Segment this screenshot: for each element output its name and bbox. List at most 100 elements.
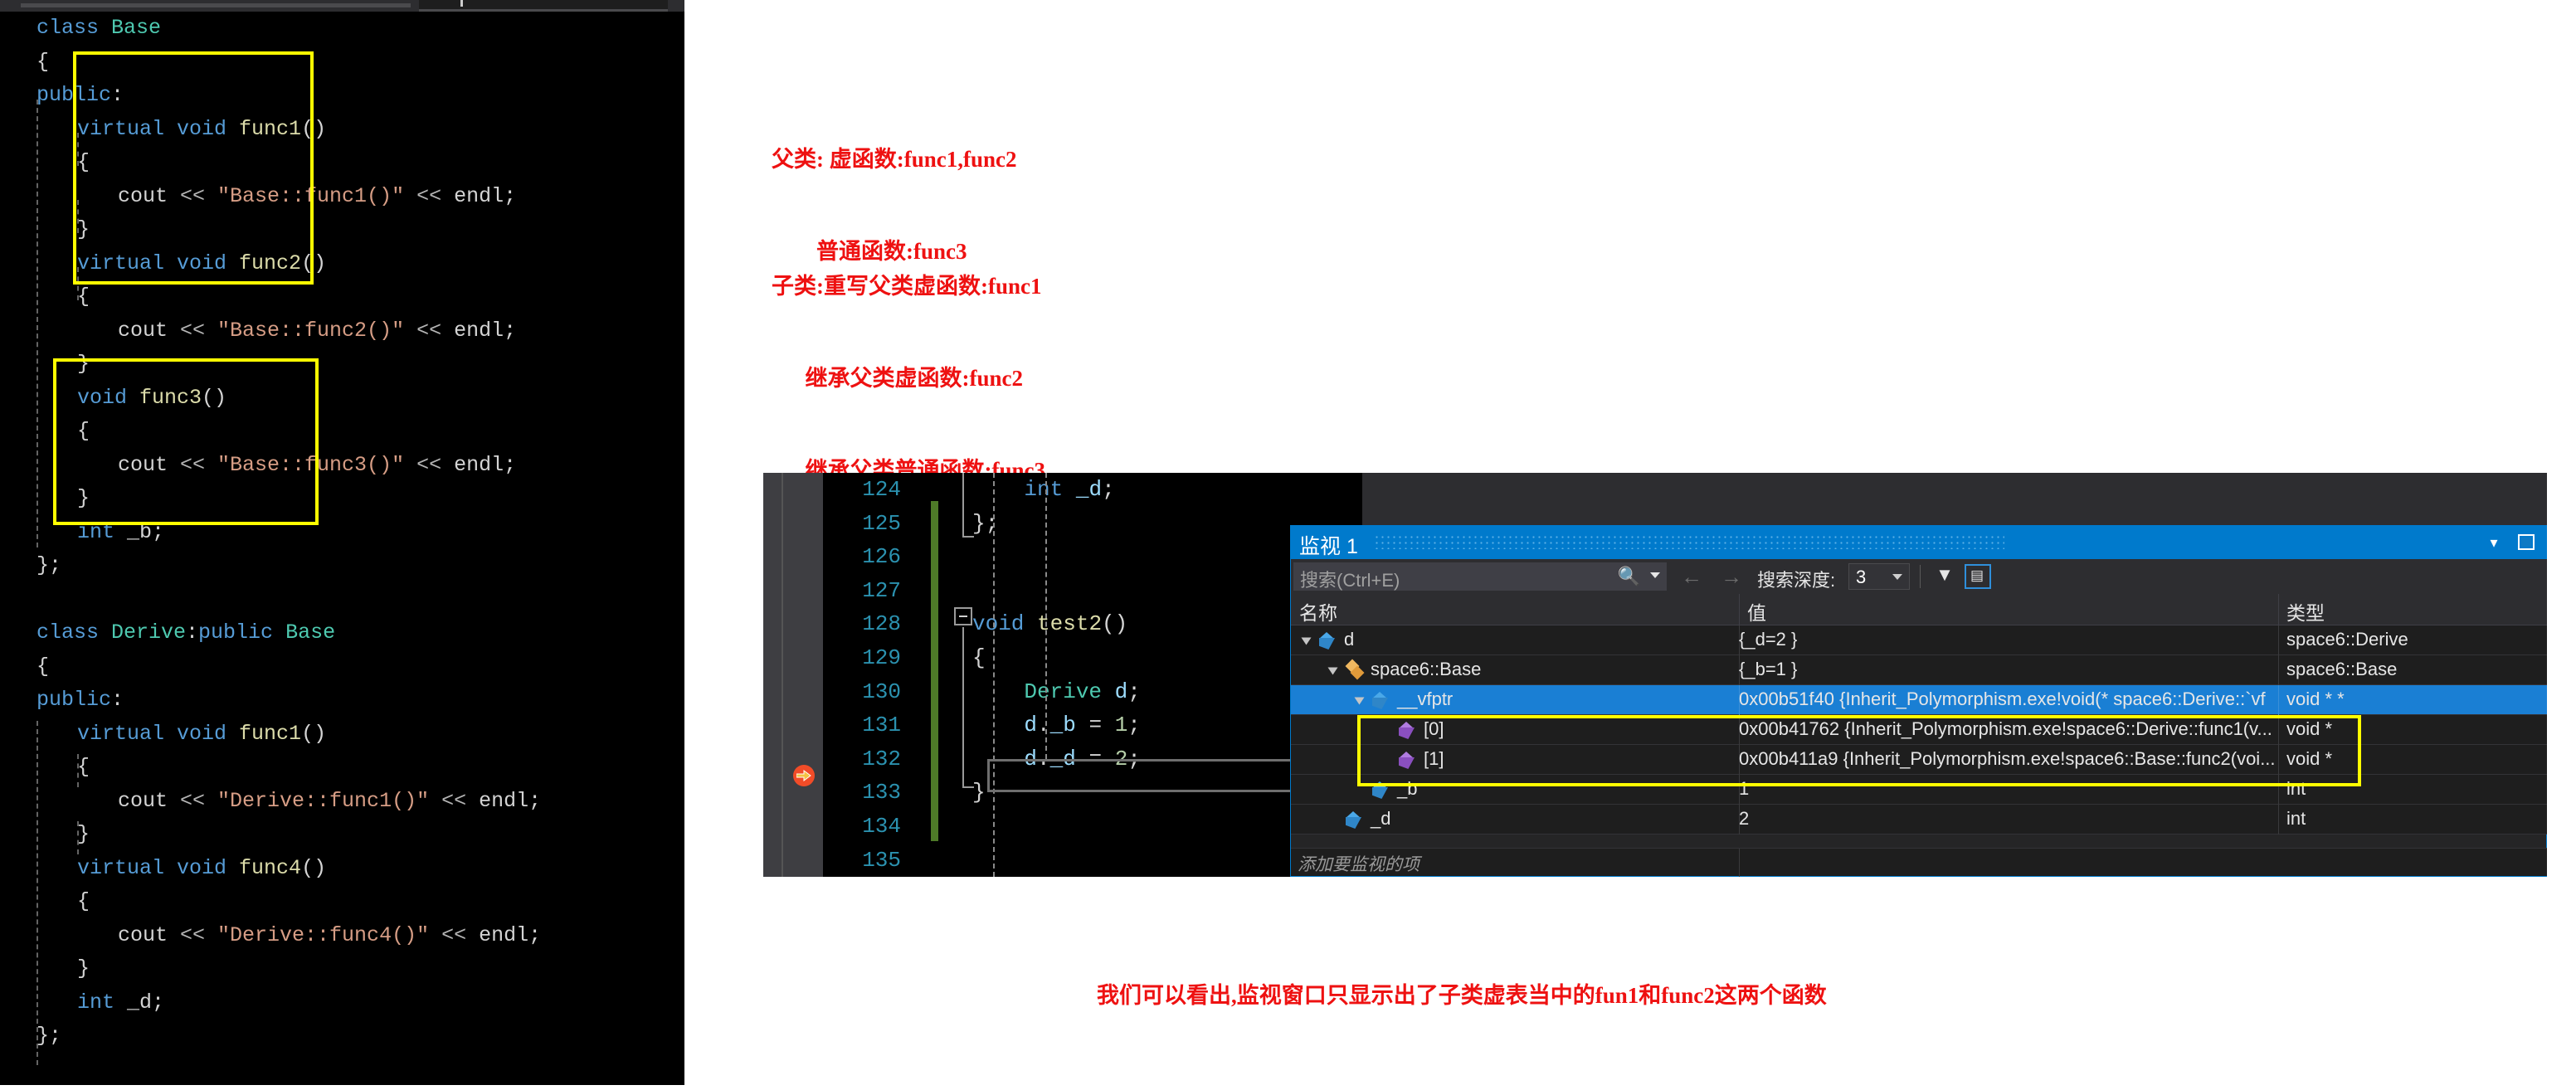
code-line-text: int _b; (77, 516, 164, 550)
code-line-text: virtual void func1() (77, 718, 326, 752)
code-token: : (111, 688, 124, 712)
watch-row-type: void * (2286, 748, 2333, 769)
row-divider-2 (2278, 805, 2279, 835)
watch-row[interactable]: d {_d=2 } space6::Derive (1291, 625, 2547, 655)
code-token: public (37, 83, 112, 107)
vs-code-editor[interactable]: 124 int _d; 125}; 126 127 128 void test2() 129… (823, 473, 1362, 877)
vs-breakpoint-gutter[interactable] (763, 473, 823, 877)
editor-line-row[interactable]: 128 void test2() (823, 607, 1362, 641)
search-forward-icon[interactable]: → (1721, 564, 1742, 590)
search-options-chevron-icon[interactable] (1650, 572, 1660, 578)
pin-filter-icon[interactable]: ▼— (1931, 564, 1958, 606)
watch-row-name: _d (1371, 808, 1391, 829)
titlebar-drag-grip[interactable] (1374, 534, 2004, 549)
line-number: 128 (862, 611, 901, 637)
watch-window-titlebar[interactable]: 监视 1 ▾ (1291, 526, 2547, 559)
code-token: class (37, 620, 112, 645)
code-line-text: cout << "Base::func2()" << endl; (118, 314, 516, 348)
code-token: void (177, 116, 240, 141)
header-divider-2[interactable] (2278, 594, 2279, 625)
outline-vline-top (962, 473, 964, 538)
code-line-text: { (77, 751, 90, 785)
row-divider-2 (2278, 625, 2279, 655)
editor-line-row[interactable]: 134 (823, 810, 1362, 844)
row-divider-2 (2278, 775, 2279, 805)
code-token: () (301, 251, 327, 275)
code-token: { (77, 285, 90, 309)
code-line-text: } (77, 482, 90, 516)
code-token: << (404, 452, 455, 477)
code-line-text: }; (37, 1019, 61, 1054)
line-number: 124 (862, 477, 901, 502)
expander-triangle-icon[interactable] (1327, 667, 1338, 675)
code-line-text: { (37, 46, 49, 80)
watch-window[interactable]: 监视 1 ▾ 搜索(Ctrl+E) 🔍 ← → 搜索深度: 3 ▼ ▤ 名称 值… (1290, 525, 2547, 877)
code-token: << (180, 922, 218, 947)
change-bar (931, 501, 938, 841)
watch-row[interactable]: [1] 0x00b411a9 {Inherit_Polymorphism.exe!… (1291, 745, 2547, 775)
watch-toolbar[interactable]: 搜索(Ctrl+E) 🔍 ← → 搜索深度: 3 ▼— ▤ (1291, 559, 2547, 606)
watch-row-name: _b (1397, 778, 1418, 799)
code-token: () (202, 385, 227, 410)
code-line-text: public: (37, 684, 124, 718)
topbar-strip-right (419, 0, 668, 12)
code-token: }; (37, 553, 62, 577)
chevron-down-icon[interactable]: ▾ (2483, 533, 2505, 552)
topbar-caret (460, 0, 463, 7)
editor-line-row[interactable]: 127 (823, 574, 1362, 608)
code-token: public (198, 620, 286, 645)
watch-row[interactable]: [0] 0x00b41762 {Inherit_Polymorphism.exe!… (1291, 715, 2547, 745)
code-token: endl; (479, 922, 542, 947)
code-token: cout (118, 183, 181, 208)
search-back-icon[interactable]: ← (1681, 564, 1702, 590)
watch-row[interactable]: _d 2 int (1291, 805, 2547, 835)
watch-row-type: space6::Base (2286, 659, 2398, 679)
editor-line-row[interactable]: 135 (823, 844, 1362, 877)
editor-line-row[interactable]: 125}; (823, 507, 1362, 541)
code-token: () (301, 721, 327, 746)
editor-line-row[interactable]: 126 (823, 540, 1362, 574)
hex-display-icon[interactable]: ▤ (1965, 564, 1991, 589)
editor-line-row[interactable]: 130 Derive d; (823, 675, 1362, 709)
code-token: << (429, 922, 480, 947)
field-icon (1372, 781, 1388, 799)
code-line-text: void func3() (77, 382, 226, 416)
code-token: int (77, 990, 128, 1015)
code-token: func1 (239, 721, 302, 746)
collapse-toggle-icon[interactable] (954, 607, 972, 625)
watch-row-value: 0x00b411a9 {Inherit_Polymorphism.exe!spa… (1739, 748, 2276, 769)
code-token: << (180, 452, 218, 477)
search-depth-select[interactable]: 3 (1848, 563, 1910, 590)
code-token: func2 (239, 251, 302, 275)
watch-row[interactable]: _b 1 int (1291, 775, 2547, 805)
code-token: cout (118, 452, 181, 477)
editor-line-code: void test2() (972, 611, 1128, 637)
annotation-conclusion-line-2: 并没有显示出子类新增的func4这个函数 (1097, 1087, 1827, 1090)
field-icon (1372, 692, 1388, 709)
code-token: endl; (454, 183, 517, 208)
topbar-strip-left (21, 3, 411, 7)
expander-triangle-icon[interactable] (1301, 637, 1312, 645)
search-input[interactable]: 搜索(Ctrl+E) 🔍 (1293, 562, 1667, 591)
code-token: _d; (127, 990, 165, 1015)
editor-line-row[interactable]: 129 { (823, 641, 1362, 675)
code-token: << (180, 318, 218, 343)
code-token: : (186, 620, 199, 645)
outline-tick-bottom (962, 786, 974, 788)
code-token: public (37, 688, 112, 712)
depth-chevron-down-icon[interactable] (1892, 574, 1902, 580)
editor-line-code: } (972, 780, 986, 805)
code-token: "Base::func1()" (217, 183, 405, 208)
watch-add-item-row[interactable]: 添加要监视的项 (1291, 848, 2547, 877)
expander-triangle-icon[interactable] (1354, 697, 1365, 705)
code-token: }; (37, 1024, 62, 1048)
editor-line-row[interactable]: 124 int _d; (823, 473, 1362, 507)
header-divider-1[interactable] (1739, 594, 1740, 625)
maximize-icon[interactable] (2516, 533, 2538, 552)
row-divider-2 (2278, 745, 2279, 775)
code-token: << (404, 318, 455, 343)
line-number: 129 (862, 645, 901, 670)
editor-line-row[interactable]: 131 d._b = 1; (823, 708, 1362, 742)
watch-row[interactable]: __vfptr 0x00b51f40 {Inherit_Polymorphism.… (1291, 685, 2547, 715)
watch-row[interactable]: space6::Base {_b=1 } space6::Base (1291, 655, 2547, 685)
